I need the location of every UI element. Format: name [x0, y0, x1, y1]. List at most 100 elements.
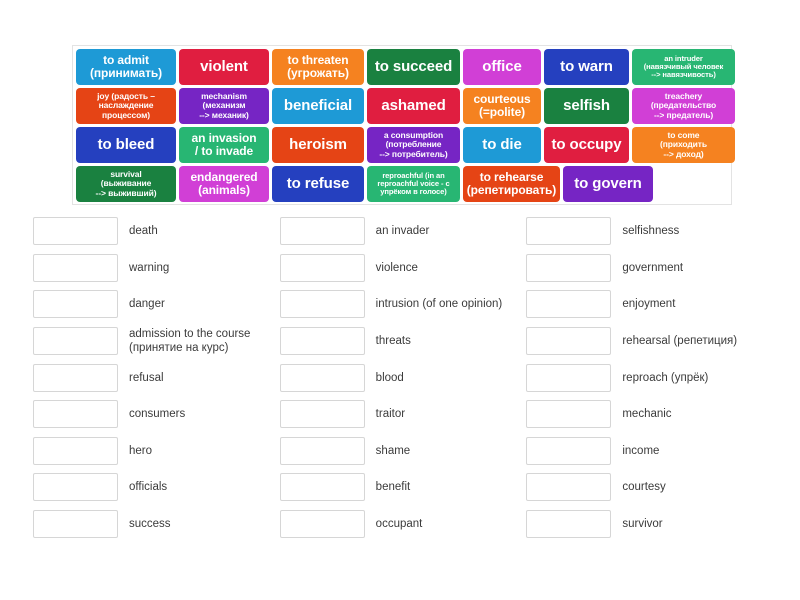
answer-drop-box[interactable]: [279, 510, 365, 539]
answer-row: admission to the course (принятие на курс…: [33, 323, 280, 360]
answer-drop-box[interactable]: [279, 363, 365, 392]
word-tile[interactable]: courteous (=polite): [463, 88, 541, 124]
answer-row: hero: [33, 433, 280, 470]
word-tile[interactable]: to threaten (угрожать): [272, 49, 364, 85]
tile-bank: to admit (принимать) violent to threaten (…: [72, 45, 735, 205]
answer-drop-box[interactable]: [526, 510, 612, 539]
answer-row: success: [33, 506, 280, 543]
word-tile[interactable]: beneficial: [272, 88, 364, 124]
answer-label: reproach (упрёк): [622, 371, 709, 384]
answer-drop-box[interactable]: [33, 363, 118, 392]
answer-row: shame: [279, 433, 527, 470]
word-tile[interactable]: endangered (animals): [179, 166, 269, 202]
answer-drop-box[interactable]: [33, 253, 118, 282]
word-tile[interactable]: to succeed: [367, 49, 460, 85]
word-tile[interactable]: heroism: [272, 127, 364, 163]
word-tile[interactable]: office: [463, 49, 541, 85]
answer-row: warning: [33, 250, 280, 287]
answer-column: selfishness government enjoyment rehearsal …: [526, 213, 773, 542]
answer-label: consumers: [129, 408, 186, 421]
answer-drop-box[interactable]: [526, 400, 612, 429]
answer-drop-box[interactable]: [33, 436, 118, 465]
answer-drop-box[interactable]: [33, 473, 118, 502]
answer-label: danger: [129, 298, 165, 311]
answer-label: success: [129, 518, 171, 531]
answer-label: threats: [375, 335, 411, 348]
answer-label: courtesy: [622, 481, 666, 494]
answer-label: benefit: [375, 481, 411, 494]
answer-drop-box[interactable]: [279, 473, 365, 502]
word-tile[interactable]: to refuse: [272, 166, 364, 202]
word-tile[interactable]: survival (выживание --> выживший): [76, 166, 176, 202]
answer-row: refusal: [33, 359, 280, 396]
answer-drop-box[interactable]: [526, 363, 612, 392]
answer-label: refusal: [129, 371, 164, 384]
answer-drop-box[interactable]: [526, 473, 612, 502]
word-tile[interactable]: to rehearse (репетировать): [463, 166, 560, 202]
answer-drop-box[interactable]: [33, 217, 118, 246]
answer-drop-box[interactable]: [33, 400, 118, 429]
answer-row: rehearsal (репетиция): [526, 323, 773, 360]
answer-label: intrusion (of one opinion): [375, 298, 503, 311]
answer-row: blood: [279, 359, 527, 396]
word-tile[interactable]: an invasion / to invade: [179, 127, 269, 163]
tile-row: joy (радость – наслаждение процессом) mec…: [76, 88, 735, 124]
answer-label: death: [129, 225, 158, 238]
answer-drop-box[interactable]: [526, 217, 612, 246]
tile-row: to bleed an invasion / to invade heroism a …: [76, 127, 735, 163]
answer-drop-box[interactable]: [33, 327, 118, 356]
answer-label: hero: [129, 444, 153, 457]
word-tile[interactable]: to govern: [563, 166, 653, 202]
answer-drop-box[interactable]: [279, 400, 365, 429]
word-tile[interactable]: an intruder (навязчивый человек --> навя…: [632, 49, 735, 85]
tile-slot-empty: [656, 166, 759, 202]
answer-label: warning: [129, 261, 170, 274]
word-tile[interactable]: to occupy: [544, 127, 629, 163]
word-tile[interactable]: to come (приходить --> доход): [632, 127, 735, 163]
answer-row: benefit: [279, 469, 527, 506]
answer-label: officials: [129, 481, 168, 494]
answer-label: violence: [375, 261, 418, 274]
answer-drop-box[interactable]: [279, 436, 365, 465]
word-tile[interactable]: joy (радость – наслаждение процессом): [76, 88, 176, 124]
word-tile[interactable]: ashamed: [367, 88, 460, 124]
answer-drop-box[interactable]: [279, 253, 365, 282]
word-tile[interactable]: to die: [463, 127, 541, 163]
tile-row: to admit (принимать) violent to threaten (…: [76, 49, 735, 85]
answer-drop-box[interactable]: [33, 290, 118, 319]
answer-label: income: [622, 444, 660, 457]
answer-drop-box[interactable]: [33, 510, 118, 539]
word-tile[interactable]: selfish: [544, 88, 629, 124]
word-tile[interactable]: to bleed: [76, 127, 176, 163]
answer-row: threats: [279, 323, 527, 360]
answer-row: selfishness: [526, 213, 773, 250]
answer-label: mechanic: [622, 408, 672, 421]
answer-drop-box[interactable]: [279, 217, 365, 246]
answer-row: enjoyment: [526, 286, 773, 323]
word-tile[interactable]: to warn: [544, 49, 629, 85]
answer-row: officials: [33, 469, 280, 506]
answer-label: traitor: [375, 408, 406, 421]
answer-drop-box[interactable]: [279, 327, 365, 356]
answer-label: government: [622, 261, 684, 274]
answer-row: reproach (упрёк): [526, 359, 773, 396]
answer-row: an invader: [279, 213, 527, 250]
word-tile[interactable]: to admit (принимать): [76, 49, 176, 85]
answer-row: government: [526, 250, 773, 287]
answer-drop-box[interactable]: [526, 327, 612, 356]
word-tile[interactable]: reproachful (in an reproachful voice - с…: [367, 166, 460, 202]
answer-row: danger: [33, 286, 280, 323]
answer-label: shame: [375, 444, 411, 457]
word-tile[interactable]: a consumption (потребление --> потребите…: [367, 127, 460, 163]
answer-row: traitor: [279, 396, 527, 433]
answer-label: enjoyment: [622, 298, 676, 311]
answer-drop-box[interactable]: [526, 436, 612, 465]
answer-drop-box[interactable]: [526, 290, 612, 319]
answer-drop-box[interactable]: [526, 253, 612, 282]
word-tile[interactable]: treachery (предательство --> предатель): [632, 88, 735, 124]
word-tile[interactable]: mechanism (механизм --> механик): [179, 88, 269, 124]
answer-drop-box[interactable]: [279, 290, 365, 319]
answer-row: income: [526, 433, 773, 470]
word-tile[interactable]: violent: [179, 49, 269, 85]
answer-list: death warning danger admission to the cours…: [33, 213, 773, 542]
